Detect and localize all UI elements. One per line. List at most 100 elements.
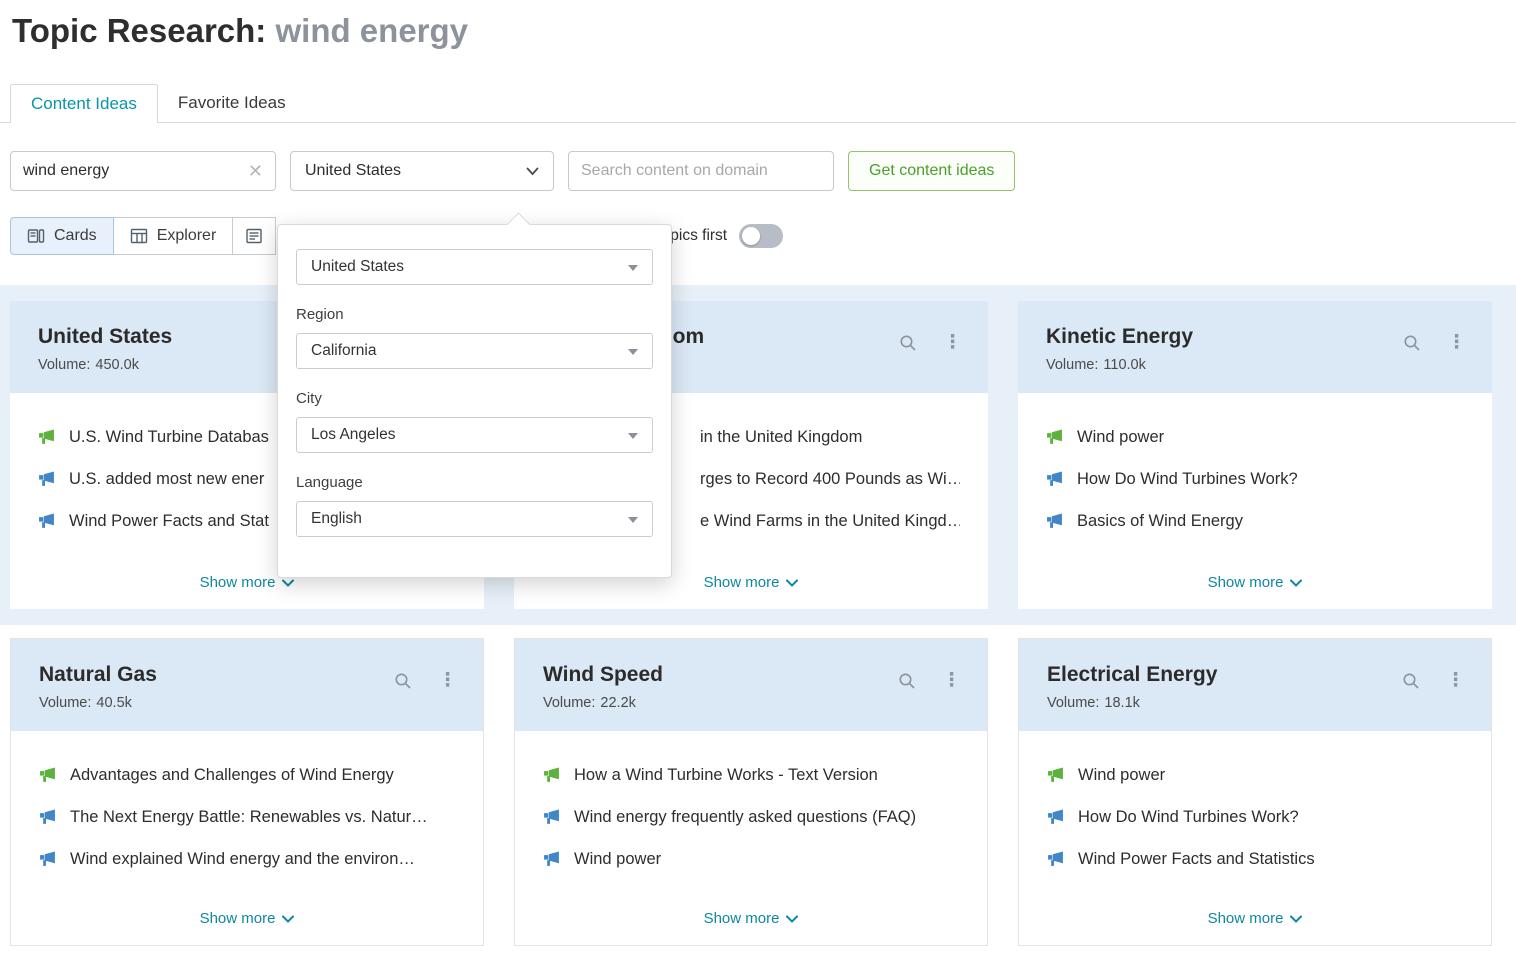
content-idea-link[interactable]: Wind explained Wind energy and the envir… <box>70 847 415 872</box>
tab-bar: Content Ideas Favorite Ideas <box>0 84 1516 123</box>
get-content-ideas-button[interactable]: Get content ideas <box>848 151 1015 191</box>
country-select-value: United States <box>311 258 404 276</box>
document-view-icon <box>245 227 263 245</box>
content-idea-link[interactable]: U.S. Wind Turbine Databas <box>69 425 269 450</box>
kebab-menu-icon[interactable]: ⋮ <box>942 671 961 690</box>
content-idea-link[interactable]: Basics of Wind Energy <box>1077 509 1243 534</box>
card-header: Electrical Energy Volume:18.1k ⋮ <box>1019 639 1491 731</box>
view-explorer-button[interactable]: Explorer <box>113 217 234 255</box>
show-more-button[interactable]: Show more <box>1019 900 1491 945</box>
location-dropdown-trigger[interactable]: United States <box>290 151 554 191</box>
topic-card-electrical-energy: Electrical Energy Volume:18.1k ⋮ Wind po… <box>1018 638 1492 946</box>
chevron-down-icon <box>282 915 294 923</box>
search-icon[interactable] <box>899 334 917 352</box>
content-idea-link[interactable]: Advantages and Challenges of Wind Energy <box>70 763 394 788</box>
card-volume: Volume:18.1k <box>1047 695 1463 711</box>
content-idea-link[interactable]: Wind Power Facts and Statistics <box>1078 847 1315 872</box>
megaphone-icon <box>543 851 560 868</box>
city-label: City <box>296 390 653 407</box>
kebab-menu-icon[interactable]: ⋮ <box>438 671 457 690</box>
volume-value: 110.0k <box>1103 357 1145 373</box>
volume-value: 450.0k <box>95 357 139 373</box>
language-select[interactable]: English <box>296 501 653 537</box>
view-cards-button[interactable]: Cards <box>10 217 114 255</box>
page-title: Topic Research: wind energy <box>12 12 1516 50</box>
filter-row: ✕ United States Get content ideas <box>10 151 1516 191</box>
kebab-menu-icon[interactable]: ⋮ <box>943 333 962 352</box>
trending-subtopics-label: pics first <box>670 227 727 245</box>
content-idea-link[interactable]: Wind energy frequently asked questions (… <box>574 805 916 830</box>
content-idea-row: Wind Power Facts and Statistics <box>1047 847 1463 872</box>
search-icon[interactable] <box>898 672 916 690</box>
content-idea-link[interactable]: Wind power <box>1078 763 1165 788</box>
explorer-view-label: Explorer <box>157 227 217 245</box>
volume-value: 40.5k <box>96 695 131 711</box>
domain-search-box <box>568 151 834 191</box>
country-select[interactable]: United States <box>296 249 653 285</box>
chevron-down-icon <box>786 915 798 923</box>
show-more-label: Show more <box>200 574 276 591</box>
content-idea-row: Wind energy frequently asked questions (… <box>543 805 959 830</box>
region-label: Region <box>296 306 653 323</box>
card-title[interactable]: Wind Speed <box>543 663 959 687</box>
card-header: Wind Speed Volume:22.2k ⋮ <box>515 639 987 731</box>
volume-value: 18.1k <box>1104 695 1139 711</box>
card-title[interactable]: Natural Gas <box>39 663 455 687</box>
language-label: Language <box>296 474 653 491</box>
content-idea-link[interactable]: e Wind Farms in the United Kingd… <box>700 509 960 534</box>
content-idea-link[interactable]: How Do Wind Turbines Work? <box>1077 467 1298 492</box>
card-volume: Volume:22.2k <box>543 695 959 711</box>
tab-favorite-ideas[interactable]: Favorite Ideas <box>158 84 306 122</box>
content-idea-link[interactable]: rges to Record 400 Pounds as Wi… <box>700 467 960 492</box>
content-idea-link[interactable]: How Do Wind Turbines Work? <box>1078 805 1299 830</box>
page-title-query: wind energy <box>275 12 468 49</box>
content-idea-row: Advantages and Challenges of Wind Energy <box>39 763 455 788</box>
domain-search-input[interactable] <box>581 162 821 180</box>
kebab-menu-icon[interactable]: ⋮ <box>1447 333 1466 352</box>
card-title[interactable]: Electrical Energy <box>1047 663 1463 687</box>
view-overview-button[interactable] <box>232 217 276 255</box>
trending-subtopics-toggle[interactable] <box>739 224 783 248</box>
search-icon[interactable] <box>1403 334 1421 352</box>
megaphone-icon <box>1047 767 1064 784</box>
show-more-button[interactable]: Show more <box>11 900 483 945</box>
card-volume: Volume:110.0k <box>1046 357 1464 373</box>
city-select[interactable]: Los Angeles <box>296 417 653 453</box>
show-more-button[interactable]: Show more <box>1018 564 1492 609</box>
topic-card-wind-speed: Wind Speed Volume:22.2k ⋮ How a Wind Tur… <box>514 638 988 946</box>
search-icon[interactable] <box>1402 672 1420 690</box>
region-select-value: California <box>311 342 376 360</box>
card-title[interactable]: Kinetic Energy <box>1046 325 1464 349</box>
content-idea-row: Wind power <box>1046 425 1464 450</box>
topic-query-input[interactable] <box>23 162 242 180</box>
clear-query-icon[interactable]: ✕ <box>242 161 263 182</box>
content-idea-link[interactable]: U.S. added most new ener <box>69 467 264 492</box>
show-more-label: Show more <box>704 574 780 591</box>
content-idea-row: Wind power <box>543 847 959 872</box>
kebab-menu-icon[interactable]: ⋮ <box>1446 671 1465 690</box>
content-idea-link[interactable]: Wind Power Facts and Stat <box>69 509 269 534</box>
city-select-value: Los Angeles <box>311 426 395 444</box>
card-body: How a Wind Turbine Works - Text Version … <box>515 731 987 900</box>
megaphone-icon <box>1046 429 1063 446</box>
cards-row-2: Natural Gas Volume:40.5k ⋮ Advantages an… <box>10 638 1492 946</box>
search-icon[interactable] <box>394 672 412 690</box>
content-idea-link[interactable]: How a Wind Turbine Works - Text Version <box>574 763 878 788</box>
card-header: Kinetic Energy Volume:110.0k ⋮ <box>1018 301 1492 393</box>
content-idea-row: Basics of Wind Energy <box>1046 509 1464 534</box>
location-value: United States <box>305 162 401 180</box>
content-idea-link[interactable]: Wind power <box>574 847 661 872</box>
tab-content-ideas[interactable]: Content Ideas <box>10 84 158 123</box>
chevron-down-icon <box>1290 915 1302 923</box>
content-idea-link[interactable]: Wind power <box>1077 425 1164 450</box>
content-idea-link[interactable]: in the United Kingdom <box>700 425 862 450</box>
content-idea-row: Wind power <box>1047 763 1463 788</box>
chevron-down-icon <box>526 167 539 176</box>
cards-view-label: Cards <box>54 227 97 245</box>
region-select[interactable]: California <box>296 333 653 369</box>
content-idea-link[interactable]: The Next Energy Battle: Renewables vs. N… <box>70 805 428 830</box>
content-idea-row: How a Wind Turbine Works - Text Version <box>543 763 959 788</box>
megaphone-icon <box>1046 513 1063 530</box>
show-more-button[interactable]: Show more <box>515 900 987 945</box>
content-idea-row: Wind explained Wind energy and the envir… <box>39 847 455 872</box>
